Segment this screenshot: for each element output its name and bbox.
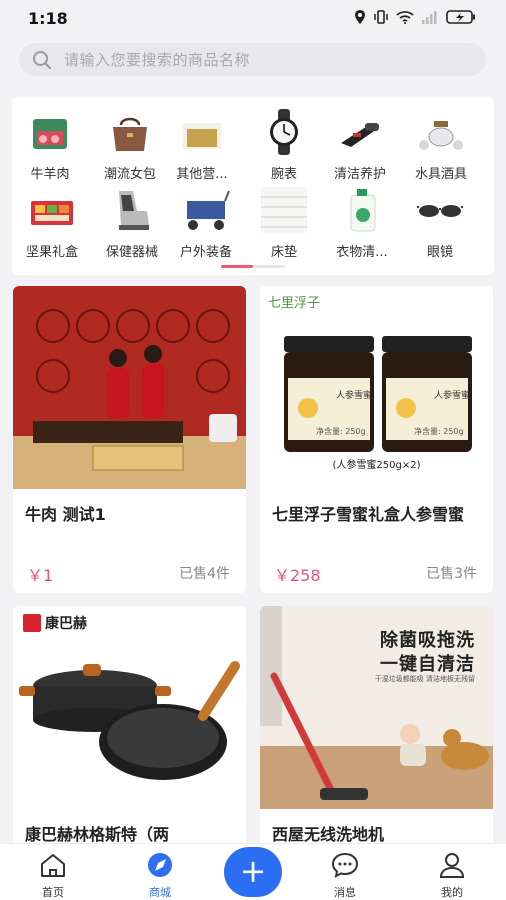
category-label: 潮流女包 xyxy=(103,167,156,182)
mattress-icon xyxy=(259,187,309,233)
category-drinkware[interactable]: 水具酒具 xyxy=(405,109,477,182)
category-label: 其他营... xyxy=(176,167,228,182)
category-mattress[interactable]: 床垫 xyxy=(248,187,320,260)
page-indicator-active xyxy=(221,265,253,268)
signal-icon xyxy=(422,11,437,24)
category-laundry[interactable]: 衣物清... xyxy=(326,187,398,260)
wifi-icon xyxy=(396,11,414,24)
product-sold-count: 已售3件 xyxy=(426,566,477,582)
category-label: 腕表 xyxy=(270,167,297,182)
promo-headline: 一键自清洁 xyxy=(380,654,475,675)
promo-headline: 除菌吸拖洗 xyxy=(380,630,475,651)
product-image xyxy=(13,286,246,489)
jar-weight: 净含量: 250g xyxy=(316,427,366,436)
product-image: 康巴赫 xyxy=(13,606,246,809)
chat-bubble-icon xyxy=(331,852,359,878)
handbag-icon xyxy=(105,109,155,155)
status-icons xyxy=(354,10,476,24)
tab-label: 消息 xyxy=(334,886,356,899)
sunglasses-icon xyxy=(415,187,465,233)
category-label: 清洁养护 xyxy=(333,167,386,182)
cookware-image xyxy=(19,661,240,780)
category-beef-lamb[interactable]: 牛羊肉 xyxy=(14,109,86,182)
nut-gift-box-icon xyxy=(27,187,77,233)
product-price: ￥1 xyxy=(27,566,54,585)
product-name: 七里浮子雪蜜礼盒人参雪蜜 xyxy=(272,505,465,524)
tab-label: 我的 xyxy=(441,886,463,899)
brand-logo: 康巴赫 xyxy=(45,616,87,632)
product-image: 除菌吸拖洗 一键自清洁 干湿垃圾都能吸 清洁地板无残留 xyxy=(260,606,493,809)
product-name: 牛肉 测试1 xyxy=(25,505,106,524)
product-card[interactable]: 七里浮子 人参雪蜜 人参雪蜜 净含量: 250g 净含量: 250g (人参雪蜜… xyxy=(260,286,493,593)
product-image-caption: (人参雪蜜250g×2) xyxy=(332,460,421,471)
status-bar: 1:18 xyxy=(0,0,506,36)
category-nut-gift[interactable]: 坚果礼盒 xyxy=(16,187,88,260)
category-health-device[interactable]: 保健器械 xyxy=(96,187,168,260)
product-card[interactable]: 除菌吸拖洗 一键自清洁 干湿垃圾都能吸 清洁地板无残留 西屋无线洗地机 xyxy=(260,606,493,866)
car-vacuum-icon xyxy=(335,109,385,155)
page-indicator xyxy=(221,265,285,268)
beef-box-icon xyxy=(25,109,75,155)
product-sold-count: 已售4件 xyxy=(179,566,230,582)
brand-logo-icon xyxy=(23,614,41,632)
category-label: 眼镜 xyxy=(426,245,453,260)
category-grid: 牛羊肉 潮流女包 其他营... 腕表 清洁养护 水具酒具 坚果礼盒 保健器械 户… xyxy=(12,97,494,275)
gift-card-icon xyxy=(177,109,227,155)
tab-home[interactable]: 首页 xyxy=(13,844,93,900)
category-cleaning[interactable]: 清洁养护 xyxy=(324,109,396,182)
category-label: 保健器械 xyxy=(105,245,158,260)
category-label: 户外装备 xyxy=(179,245,232,260)
search-placeholder: 请输入您要搜索的商品名称 xyxy=(64,51,251,69)
category-watch[interactable]: 腕表 xyxy=(248,109,320,182)
outdoor-cart-icon xyxy=(181,187,231,233)
category-handbag[interactable]: 潮流女包 xyxy=(94,109,166,182)
jar-label: 人参雪蜜 xyxy=(434,391,471,401)
tab-messages[interactable]: 消息 xyxy=(305,844,385,900)
vibrate-icon xyxy=(374,10,388,24)
jar-label: 人参雪蜜 xyxy=(336,391,373,401)
product-card[interactable]: 康巴赫 康巴赫林格斯特（两 xyxy=(13,606,246,866)
category-label: 水具酒具 xyxy=(414,167,467,182)
category-label: 床垫 xyxy=(270,245,297,260)
massage-chair-icon xyxy=(107,187,157,233)
search-icon xyxy=(33,50,51,69)
user-icon xyxy=(439,853,465,878)
category-outdoor[interactable]: 户外装备 xyxy=(170,187,242,260)
tab-profile[interactable]: 我的 xyxy=(412,844,492,900)
product-card[interactable]: 牛肉 测试1 ￥1 已售4件 xyxy=(13,286,246,593)
category-label: 牛羊肉 xyxy=(30,167,70,182)
teapot-icon xyxy=(416,109,466,155)
tab-label: 商城 xyxy=(149,886,171,899)
location-icon xyxy=(355,10,365,24)
brand-logo: 七里浮子 xyxy=(268,296,321,311)
category-label: 坚果礼盒 xyxy=(25,245,78,260)
battery-icon xyxy=(446,10,475,24)
jar-weight: 净含量: 250g xyxy=(414,427,464,436)
product-image: 七里浮子 人参雪蜜 人参雪蜜 净含量: 250g 净含量: 250g (人参雪蜜… xyxy=(260,286,493,489)
category-label: 衣物清... xyxy=(336,245,388,260)
home-icon xyxy=(41,854,65,877)
add-button[interactable]: + xyxy=(224,847,282,897)
promo-subline: 干湿垃圾都能吸 清洁地板无残留 xyxy=(374,675,475,683)
watch-icon xyxy=(259,109,309,155)
tab-mall[interactable]: 商城 xyxy=(120,844,200,900)
status-time: 1:18 xyxy=(28,9,68,28)
category-glasses[interactable]: 眼镜 xyxy=(404,187,476,260)
detergent-bottle-icon xyxy=(337,187,387,233)
search-bar[interactable]: 请输入您要搜索的商品名称 xyxy=(19,43,486,76)
product-price: ￥258 xyxy=(274,566,321,585)
category-other[interactable]: 其他营... xyxy=(166,109,238,182)
tab-label: 首页 xyxy=(42,886,64,899)
compass-icon xyxy=(148,853,172,877)
